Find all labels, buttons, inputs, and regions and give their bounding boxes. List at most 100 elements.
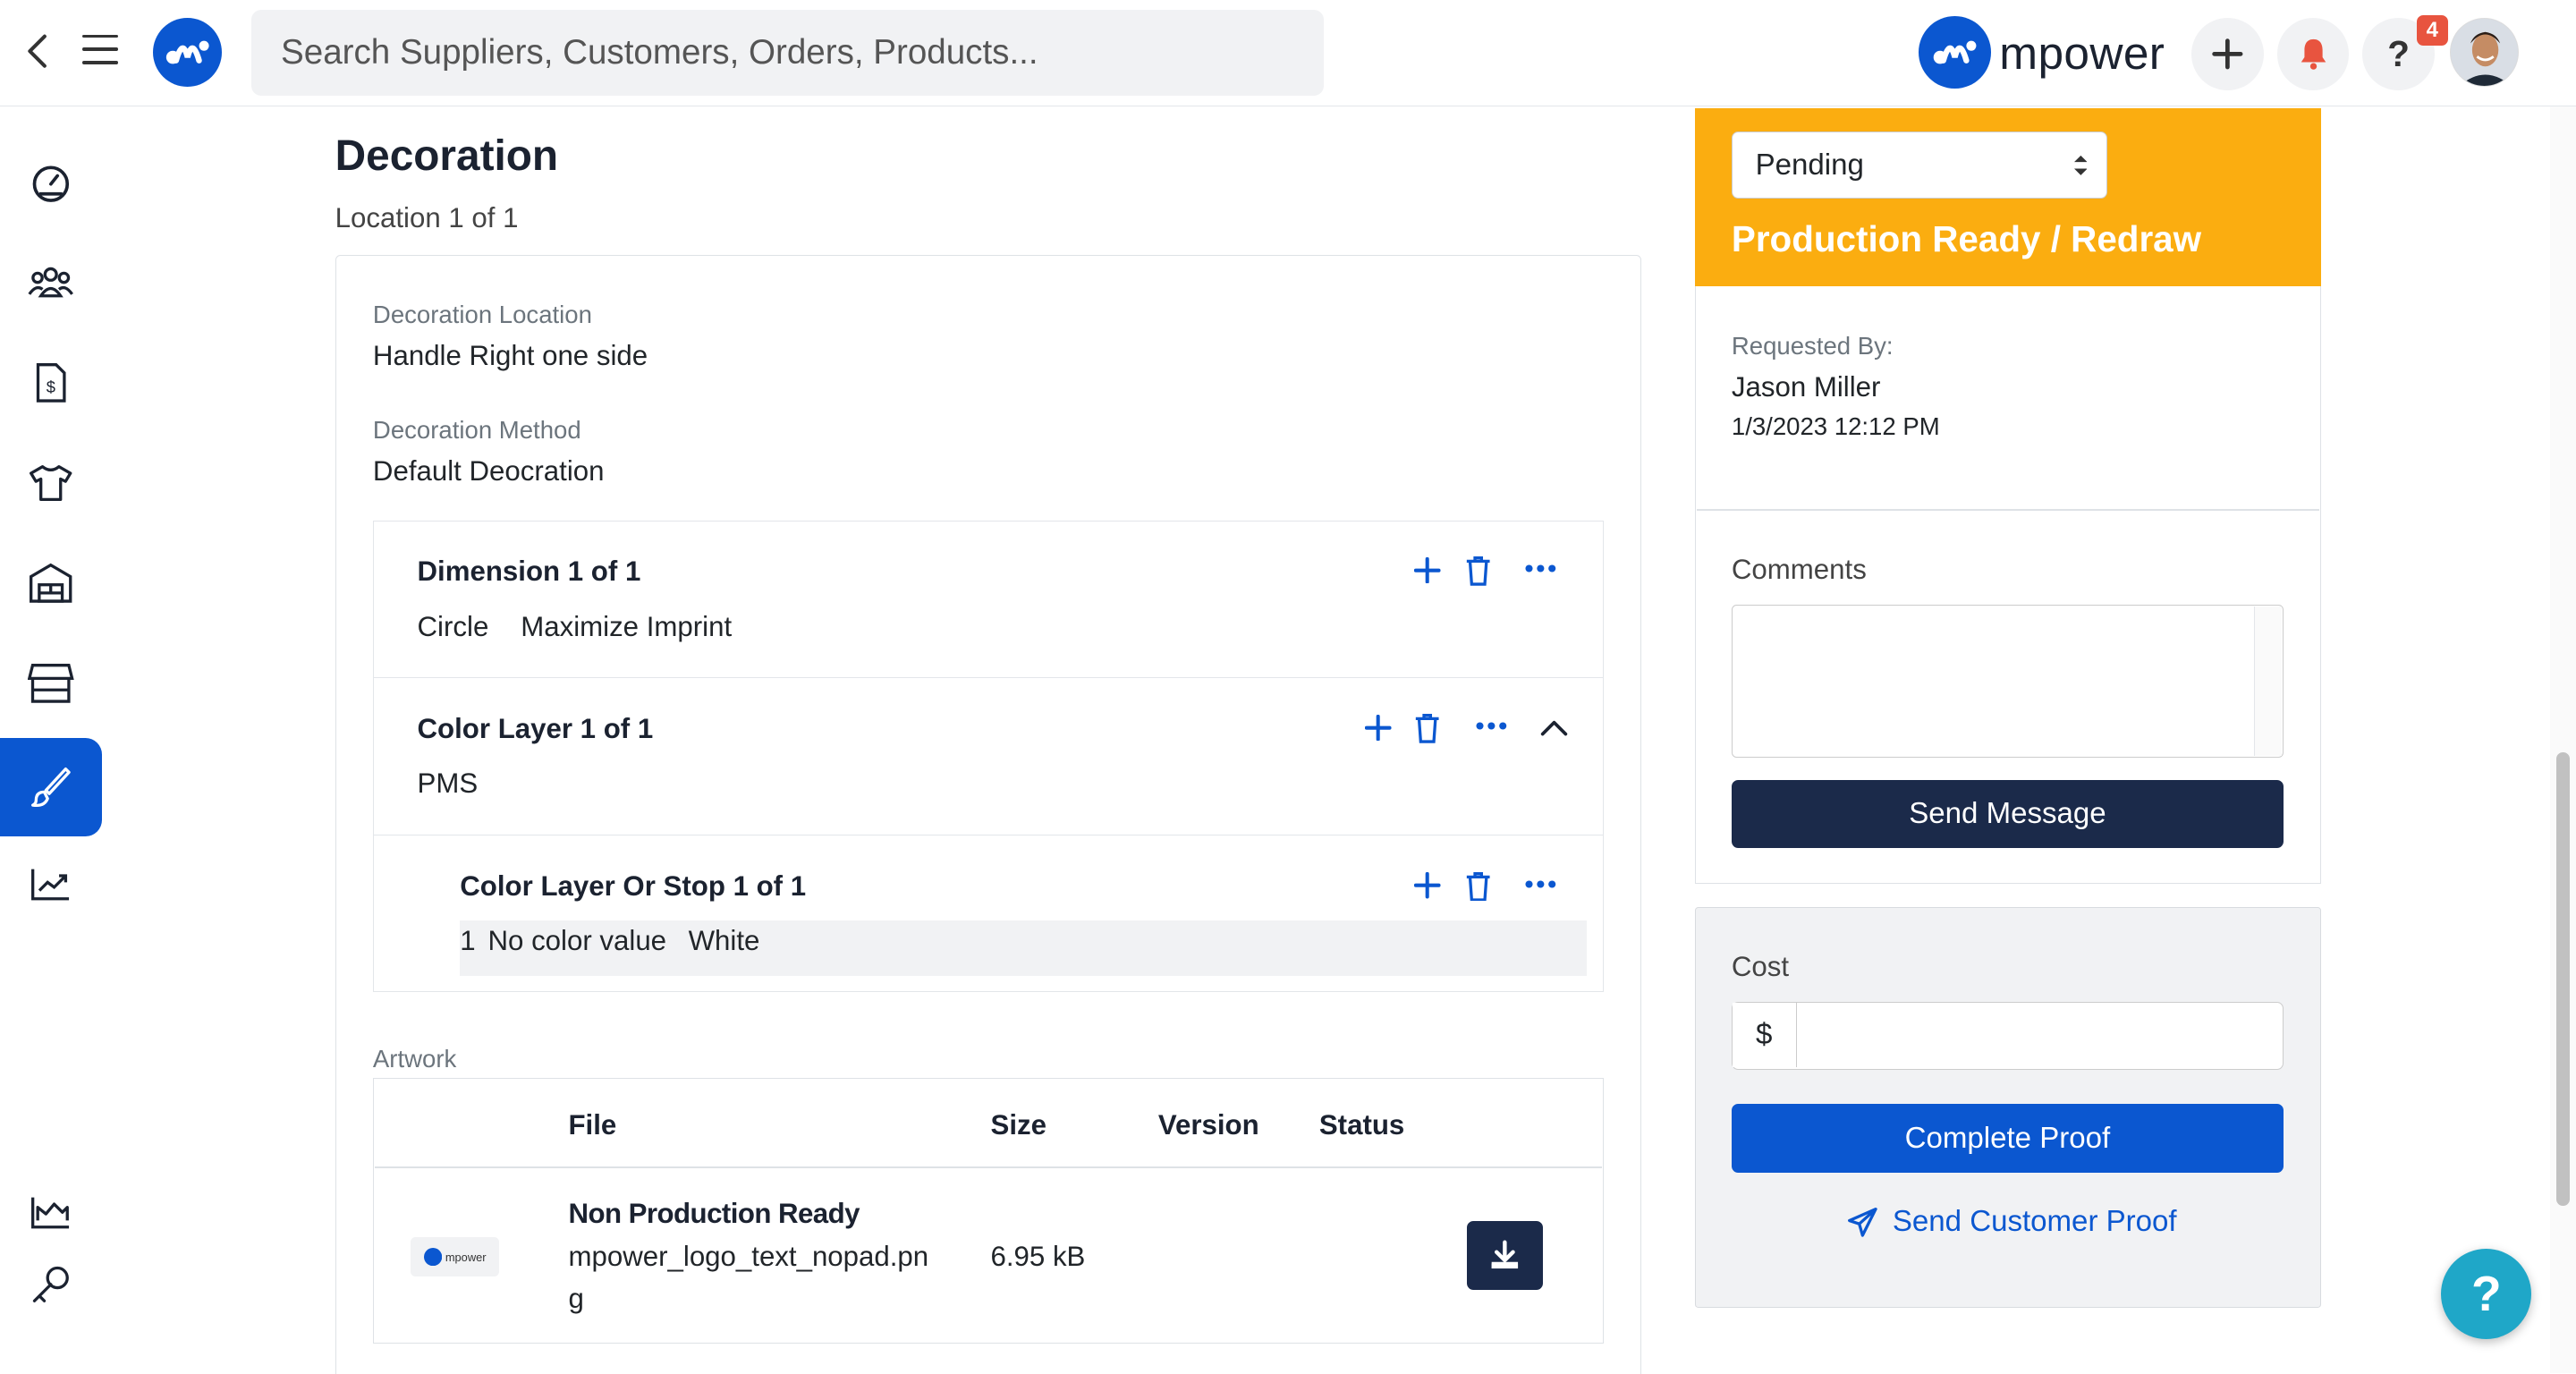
cost-input[interactable] xyxy=(1798,1003,2282,1067)
complete-proof-button[interactable]: Complete Proof xyxy=(1731,1104,2284,1174)
column-header-file: File xyxy=(568,1108,617,1141)
thumbnail-text: mpower xyxy=(445,1250,487,1264)
color-layer-value: PMS xyxy=(417,767,479,799)
color-layer-more-button[interactable] xyxy=(1474,708,1510,744)
help-fab-question-icon: ? xyxy=(2471,1266,2502,1322)
brand-logo: mpower xyxy=(1919,16,2165,89)
color-stop-more-button[interactable] xyxy=(1523,866,1559,902)
column-header-status: Status xyxy=(1318,1108,1405,1141)
status-divider xyxy=(1697,509,2320,512)
comments-label: Comments xyxy=(1731,553,1867,585)
cost-label: Cost xyxy=(1731,951,1790,983)
requested-date: 1/3/2023 12:12 PM xyxy=(1731,412,1940,440)
hamburger-menu-icon[interactable] xyxy=(81,34,119,68)
plus-icon xyxy=(1414,556,1441,584)
more-horizontal-icon xyxy=(1525,880,1556,888)
color-layer-collapse-button[interactable] xyxy=(1536,709,1572,745)
status-select[interactable]: Pending xyxy=(1731,131,2108,199)
users-icon xyxy=(28,267,74,298)
download-icon xyxy=(1491,1240,1519,1268)
decoration-method-value: Default Deocration xyxy=(372,454,605,487)
color-layer-add-button[interactable] xyxy=(1360,709,1396,745)
artwork-size: 6.95 kB xyxy=(990,1240,1086,1272)
top-bar: mpower ? 4 xyxy=(0,0,2576,107)
sidebar-item-warehouse[interactable] xyxy=(0,534,102,632)
notifications-button[interactable] xyxy=(2276,18,2350,91)
table-header-divider xyxy=(374,1166,1602,1168)
sidebar-item-invoices[interactable]: $ xyxy=(0,334,102,432)
sidebar-item-reports[interactable] xyxy=(0,835,102,933)
send-customer-proof-label: Send Customer Proof xyxy=(1892,1205,2177,1239)
dashboard-icon xyxy=(32,165,70,202)
color-layer-title: Color Layer 1 of 1 xyxy=(417,713,654,745)
page-scrollbar-thumb[interactable] xyxy=(2555,752,2570,1207)
select-arrows-icon xyxy=(2073,155,2088,175)
column-header-size: Size xyxy=(990,1108,1046,1141)
paper-plane-icon xyxy=(1848,1208,1878,1237)
artwork-filename-line2: g xyxy=(568,1283,584,1315)
dimension-card xyxy=(372,521,1604,679)
store-icon xyxy=(28,664,74,703)
warehouse-icon xyxy=(30,563,72,603)
download-artwork-button[interactable] xyxy=(1467,1220,1543,1290)
color-stop-delete-button[interactable] xyxy=(1461,868,1496,903)
color-stop-title: Color Layer Or Stop 1 of 1 xyxy=(460,870,807,903)
user-avatar[interactable] xyxy=(2449,18,2519,88)
tshirt-icon xyxy=(30,464,72,501)
global-search-input[interactable] xyxy=(251,10,1325,96)
mpower-logo-thumbnail-icon xyxy=(423,1247,443,1267)
artwork-thumbnail[interactable]: mpower xyxy=(411,1237,500,1277)
more-horizontal-icon xyxy=(1525,564,1556,572)
color-stop-color-value: No color value xyxy=(487,925,667,957)
artwork-table xyxy=(372,1077,1604,1344)
comments-scrollbar[interactable] xyxy=(2253,606,2283,756)
plus-icon xyxy=(1365,714,1392,742)
svg-text:$: $ xyxy=(46,377,55,396)
artwork-name: Non Production Ready xyxy=(568,1197,860,1229)
area-chart-icon xyxy=(31,1197,70,1229)
status-select-value: Pending xyxy=(1755,148,1864,182)
trash-icon xyxy=(1467,556,1490,586)
cost-input-group: $ xyxy=(1731,1002,2284,1070)
color-layer-delete-button[interactable] xyxy=(1410,709,1445,745)
color-stop-add-button[interactable] xyxy=(1410,868,1445,903)
dimension-shape: Circle xyxy=(417,611,489,643)
dimension-delete-button[interactable] xyxy=(1461,552,1496,588)
artwork-label: Artwork xyxy=(372,1045,457,1073)
column-header-version: Version xyxy=(1157,1108,1259,1141)
send-message-button[interactable]: Send Message xyxy=(1731,780,2284,848)
more-horizontal-icon xyxy=(1476,722,1507,730)
trash-icon xyxy=(1467,871,1490,902)
sidebar-item-decoration[interactable] xyxy=(0,737,102,836)
color-layer-card xyxy=(372,676,1604,836)
help-chat-button[interactable]: ? xyxy=(2441,1248,2532,1339)
dimension-more-button[interactable] xyxy=(1523,550,1559,586)
artwork-filename-line1: mpower_logo_text_nopad.pn xyxy=(568,1240,929,1272)
dimension-add-button[interactable] xyxy=(1410,552,1445,588)
status-label: Production Ready / Redraw xyxy=(1731,218,2202,260)
sidebar: $ xyxy=(0,106,102,1373)
trash-icon xyxy=(1416,714,1439,743)
brand-logo-icon xyxy=(1919,16,1992,89)
dimension-imprint: Maximize Imprint xyxy=(521,611,733,643)
decoration-location-value: Handle Right one side xyxy=(372,340,648,372)
color-stop-index: 1 xyxy=(460,925,476,957)
sidebar-item-products[interactable] xyxy=(0,434,102,532)
sidebar-item-dashboard[interactable] xyxy=(0,133,102,232)
requested-by-label: Requested By: xyxy=(1731,332,1894,360)
sidebar-item-customers[interactable] xyxy=(0,233,102,332)
app-logo-icon[interactable] xyxy=(152,18,222,88)
comments-textarea[interactable] xyxy=(1731,604,2284,758)
add-button[interactable] xyxy=(2191,18,2264,91)
brush-icon xyxy=(31,767,71,807)
page-title: Decoration xyxy=(335,131,559,180)
bell-icon xyxy=(2301,39,2326,71)
currency-prefix: $ xyxy=(1732,1003,1797,1067)
send-customer-proof-link[interactable]: Send Customer Proof xyxy=(1846,1202,2177,1242)
decoration-location-label: Decoration Location xyxy=(372,301,592,329)
back-chevron-icon[interactable] xyxy=(23,33,53,69)
sidebar-item-settings[interactable] xyxy=(0,1235,102,1334)
invoice-icon: $ xyxy=(36,363,66,403)
chevron-up-icon xyxy=(1540,720,1568,735)
sidebar-item-store[interactable] xyxy=(0,634,102,733)
